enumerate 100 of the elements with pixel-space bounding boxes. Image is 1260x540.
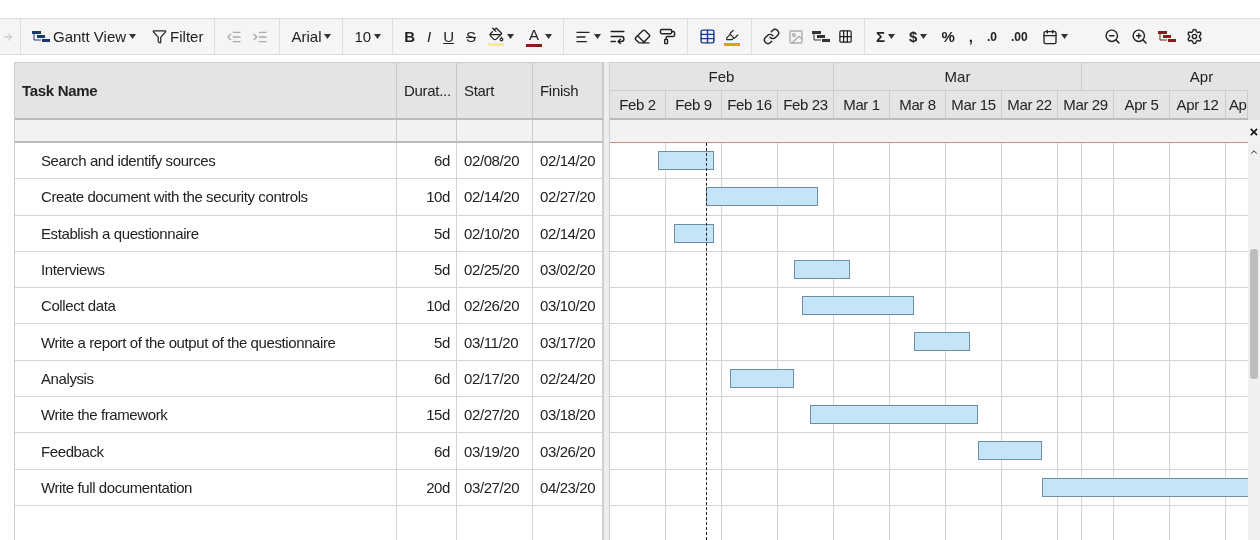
- task-bar[interactable]: [674, 223, 714, 243]
- grid-icon[interactable]: [838, 29, 854, 44]
- duration-cell: 10d: [397, 288, 457, 324]
- decimal-decrease-button[interactable]: .0: [983, 22, 1000, 51]
- task-bar[interactable]: [658, 151, 714, 170]
- week-label: Feb 16: [722, 91, 778, 118]
- sum-button[interactable]: Σ: [873, 22, 899, 51]
- zoom-out-button[interactable]: [1103, 28, 1121, 45]
- eraser-button[interactable]: [634, 28, 652, 45]
- week-label: Mar 22: [1002, 91, 1058, 118]
- gantt-icon: [32, 29, 50, 44]
- column-header[interactable]: Start: [457, 63, 533, 118]
- caret-icon: [545, 34, 553, 39]
- link-button[interactable]: [763, 28, 781, 45]
- week-label: Feb 9: [666, 91, 722, 118]
- week-label: Mar 8: [890, 91, 946, 118]
- underline-button[interactable]: U: [440, 22, 457, 51]
- scrollbar-thumb[interactable]: [1250, 249, 1258, 379]
- task-bar[interactable]: [978, 441, 1042, 461]
- decimal-increase-button[interactable]: .00: [1007, 22, 1031, 51]
- caret-icon: [594, 34, 602, 39]
- week-label: Mar 1: [834, 91, 890, 118]
- start-date-cell: 02/25/20: [457, 251, 533, 288]
- currency-button[interactable]: $: [906, 22, 931, 51]
- caret-icon: [129, 34, 137, 39]
- percent-button[interactable]: %: [938, 22, 958, 51]
- font-size-dropdown[interactable]: 10: [351, 22, 385, 51]
- start-date-cell: 02/08/20: [457, 143, 533, 179]
- close-button[interactable]: ×: [1248, 120, 1260, 143]
- caret-icon: [324, 34, 332, 39]
- comma-button[interactable]: ,: [965, 22, 976, 51]
- week-label: Mar 29: [1058, 91, 1114, 118]
- zoom-in-button[interactable]: [1130, 28, 1148, 45]
- task-bar[interactable]: [802, 296, 914, 316]
- text-color-button[interactable]: A: [523, 22, 556, 51]
- duration-cell: 6d: [397, 433, 457, 469]
- paint-roller-button[interactable]: [659, 28, 677, 45]
- pen-icon: [725, 27, 740, 42]
- column-header[interactable]: Task Name: [15, 63, 397, 118]
- duration-cell: 6d: [397, 360, 457, 397]
- duration-cell: 15d: [397, 397, 457, 433]
- caret-icon: [1060, 34, 1068, 39]
- week-label: Apr 5: [1114, 91, 1170, 118]
- task-name-cell: Interviews: [15, 251, 397, 288]
- month-label: Mar: [834, 63, 1082, 90]
- caret-icon: [507, 34, 515, 39]
- gantt-icon: [1157, 29, 1176, 44]
- task-name-cell: Create document with the security controls: [15, 179, 397, 215]
- task-name-cell: Search and identify sources: [15, 143, 397, 179]
- task-bar[interactable]: [1042, 477, 1248, 497]
- task-name-cell: Collect data: [15, 288, 397, 324]
- start-date-cell: 02/14/20: [457, 179, 533, 215]
- duration-cell: 5d: [397, 215, 457, 251]
- duration-cell: 5d: [397, 324, 457, 360]
- start-date-cell: 03/27/20: [457, 469, 533, 505]
- duration-cell: 5d: [397, 251, 457, 288]
- filter-button[interactable]: Filter: [149, 22, 207, 51]
- task-bar[interactable]: [810, 405, 978, 425]
- task-bar[interactable]: [730, 368, 794, 388]
- week-label: Ap: [1226, 91, 1248, 118]
- task-name-cell: Establish a questionnaire: [15, 215, 397, 251]
- task-bar[interactable]: [914, 332, 970, 352]
- task-name-cell: Write the framework: [15, 397, 397, 433]
- bold-button[interactable]: B: [401, 22, 418, 51]
- image-icon[interactable]: [788, 28, 805, 45]
- start-date-cell: 03/19/20: [457, 433, 533, 469]
- week-label: Mar 15: [946, 91, 1002, 118]
- start-date-cell: 02/10/20: [457, 215, 533, 251]
- scroll-up-icon[interactable]: [1249, 147, 1259, 157]
- settings-button[interactable]: [1185, 28, 1203, 45]
- view-menu[interactable]: Gantt View: [29, 22, 140, 51]
- filter-icon: [152, 29, 168, 44]
- task-bar[interactable]: [794, 259, 850, 279]
- week-label: Feb 23: [778, 91, 834, 118]
- font-dropdown[interactable]: Arial: [288, 22, 335, 51]
- start-date-cell: 03/11/20: [457, 324, 533, 360]
- week-label: Apr 12: [1170, 91, 1226, 118]
- start-date-cell: 02/26/20: [457, 288, 533, 324]
- calendar-icon: [1041, 28, 1058, 45]
- week-label: Feb 2: [610, 91, 666, 118]
- start-date-cell: 02/17/20: [457, 360, 533, 397]
- caret-icon: [374, 34, 382, 39]
- task-bar[interactable]: [706, 187, 818, 207]
- duration-cell: 6d: [397, 143, 457, 179]
- caret-icon: [888, 34, 896, 39]
- task-name-cell: Write full documentation: [15, 469, 397, 505]
- duration-cell: 20d: [397, 469, 457, 505]
- strikethrough-button[interactable]: S: [463, 22, 480, 51]
- task-name-cell: Write a report of the output of the questionnaire: [15, 324, 397, 360]
- duration-cell: 10d: [397, 179, 457, 215]
- month-label: Feb: [610, 63, 834, 90]
- task-name-cell: Feedback: [15, 433, 397, 469]
- start-date-cell: 02/27/20: [457, 397, 533, 433]
- caret-icon: [920, 34, 928, 39]
- column-header[interactable]: Durat...: [397, 63, 457, 118]
- table-icon[interactable]: [699, 28, 717, 45]
- gantt-icon: [812, 29, 831, 44]
- wrap-text-button[interactable]: [609, 28, 627, 45]
- paint-bucket-icon: [488, 27, 504, 42]
- italic-button[interactable]: I: [424, 22, 435, 51]
